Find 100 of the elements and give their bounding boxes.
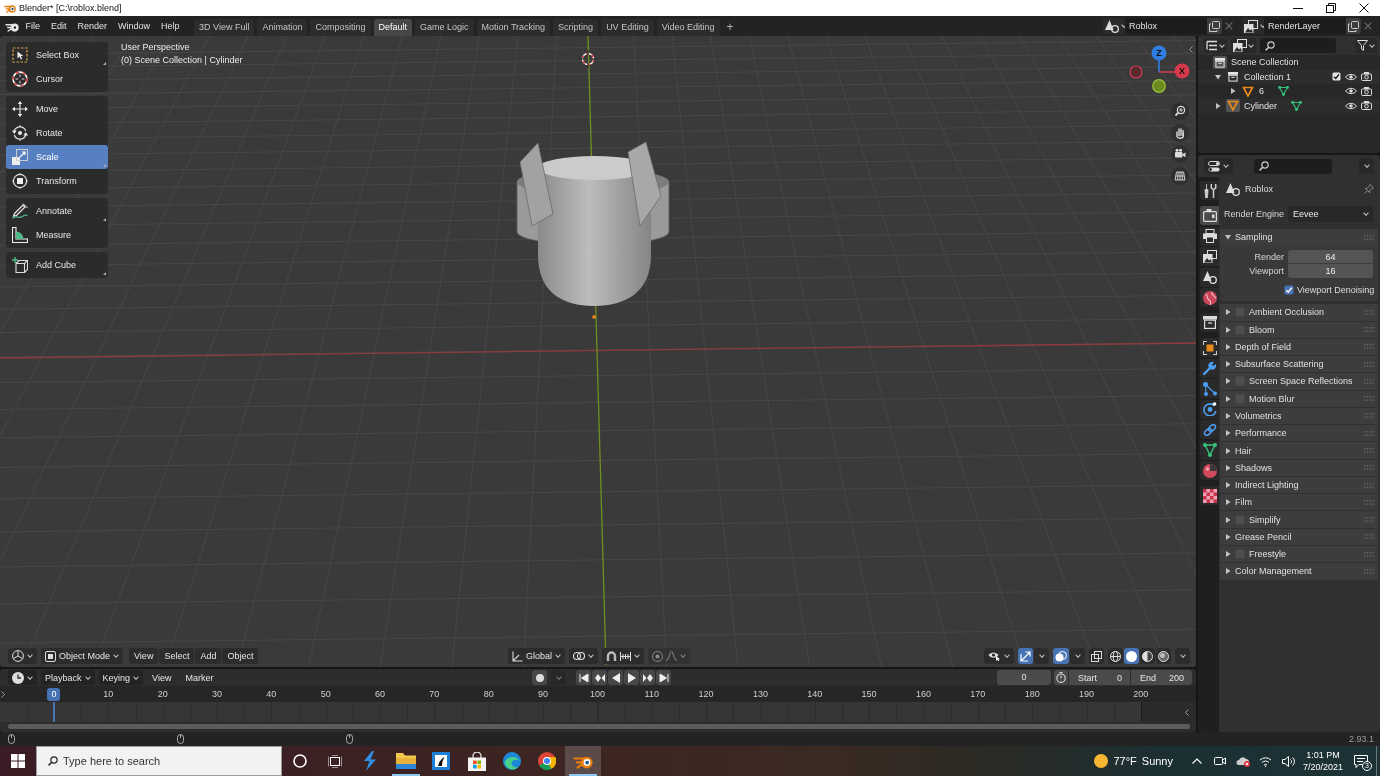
disclosure-arrow-icon[interactable] (1225, 430, 1231, 437)
browse-button[interactable] (1242, 18, 1264, 34)
menu-item[interactable]: Object (222, 648, 259, 664)
duplicate-button[interactable] (1346, 18, 1361, 34)
disclosure-arrow-icon[interactable] (1225, 234, 1231, 241)
render-engine-dropdown[interactable]: Eevee (1288, 206, 1373, 222)
panel-header[interactable]: Shadows (1220, 459, 1378, 476)
menu-item[interactable]: File (20, 18, 46, 34)
drag-handle-icon[interactable] (1364, 413, 1374, 419)
tool-button[interactable]: Annotate (6, 199, 108, 223)
tool-button[interactable]: Scale (6, 145, 108, 169)
drag-handle-icon[interactable] (1364, 534, 1374, 540)
outliner-item-label[interactable]: Collection 1 (1244, 71, 1292, 82)
next-keyframe-button[interactable] (640, 670, 655, 685)
properties-tab[interactable] (1200, 226, 1219, 246)
disclosure-arrow-icon[interactable] (1225, 516, 1231, 523)
panel-header[interactable]: Indirect Lighting (1220, 476, 1378, 494)
search-field[interactable] (1254, 158, 1332, 174)
y-axis-handle[interactable] (1152, 79, 1166, 93)
end-frame-field[interactable]: End 200 (1131, 670, 1192, 685)
disclosure-arrow-icon[interactable] (1230, 88, 1236, 95)
pin-icon[interactable] (1364, 184, 1374, 194)
workspace-tab[interactable]: Default (373, 19, 413, 36)
disclosure-arrow-icon[interactable] (1225, 464, 1231, 471)
workspace-tab[interactable]: Animation (257, 19, 308, 36)
disclosure-arrow-icon[interactable] (1225, 361, 1231, 368)
menu-item[interactable]: Marker (180, 669, 219, 686)
menu-item[interactable]: Help (155, 18, 186, 34)
panel-header[interactable]: Ambient Occlusion (1220, 304, 1378, 321)
tool-button[interactable]: Rotate (6, 121, 108, 145)
properties-tab[interactable] (1200, 267, 1219, 287)
overlays-toggle-button[interactable] (1053, 648, 1069, 664)
horizontal-scrollbar[interactable] (8, 724, 1190, 729)
checkbox[interactable] (1284, 285, 1294, 296)
panel-header[interactable]: Film (1220, 494, 1378, 511)
disclosure-arrow-icon[interactable] (1225, 499, 1231, 506)
browse-button[interactable] (1103, 18, 1125, 34)
checkbox-label[interactable]: Viewport Denoising (1297, 285, 1375, 296)
disclosure-arrow-icon[interactable] (1225, 326, 1231, 333)
tool-button[interactable]: Add Cube (6, 253, 108, 277)
workspace-tab[interactable]: Scripting (553, 19, 599, 36)
drag-handle-icon[interactable] (1364, 499, 1374, 505)
panel-header[interactable]: Depth of Field (1220, 338, 1378, 356)
workspace-tab[interactable]: Video Editing (656, 19, 720, 36)
workspace-tab[interactable]: Game Logic (415, 19, 474, 36)
panel-header[interactable]: Grease Pencil (1220, 528, 1378, 545)
outliner-item-label[interactable]: Cylinder (1244, 100, 1277, 111)
outliner-item-label[interactable]: Scene Collection (1231, 57, 1299, 68)
disclosure-arrow-icon[interactable] (1225, 378, 1231, 385)
drag-handle-icon[interactable] (1364, 517, 1374, 523)
task-view-icon[interactable] (328, 754, 343, 768)
tool-button[interactable]: Cursor (6, 67, 108, 91)
menu-item[interactable]: Add (195, 648, 222, 664)
drag-handle-icon[interactable] (1364, 234, 1374, 240)
drag-handle-icon[interactable] (1364, 378, 1374, 384)
wifi-icon[interactable] (1259, 755, 1272, 767)
menu-item[interactable]: Render (72, 18, 113, 34)
properties-tab[interactable] (1200, 486, 1219, 505)
speaker-icon[interactable] (1282, 755, 1295, 767)
tool-button[interactable]: Select Box (6, 43, 108, 67)
outliner-row[interactable]: Collection 1 (1198, 69, 1380, 84)
number-field[interactable]: 64 (1288, 250, 1373, 265)
properties-tab[interactable] (1200, 440, 1219, 460)
minimize-icon[interactable] (1292, 7, 1303, 9)
play-reverse-button[interactable] (608, 670, 623, 685)
menu-dropdown[interactable]: Playback (41, 670, 95, 685)
shading-mode-button[interactable] (1140, 648, 1155, 664)
play-button[interactable] (624, 670, 639, 685)
search-field[interactable] (1260, 38, 1336, 53)
disclosure-arrow-icon[interactable] (1225, 482, 1231, 489)
jump-to-end-button[interactable] (656, 670, 671, 685)
panel-header[interactable]: Sampling (1220, 229, 1378, 246)
drag-handle-icon[interactable] (1364, 482, 1374, 488)
xray-toggle-button[interactable] (1089, 648, 1104, 664)
display-mode-button[interactable] (1231, 38, 1256, 53)
pivot-button[interactable] (569, 648, 598, 664)
scene-name-field[interactable]: Roblox (1125, 18, 1207, 34)
search-field[interactable]: Type here to search (36, 746, 282, 776)
editor-type-button[interactable] (1204, 158, 1233, 174)
disclosure-arrow-icon[interactable] (1215, 102, 1221, 109)
3d-cursor-icon[interactable] (578, 49, 598, 69)
drag-handle-icon[interactable] (1364, 568, 1374, 574)
menu-item[interactable]: Select (159, 648, 195, 664)
visibility-button[interactable] (984, 648, 1014, 664)
properties-tab[interactable] (1200, 379, 1219, 398)
restore-icon[interactable] (1325, 3, 1336, 13)
drag-handle-icon[interactable] (1364, 344, 1374, 350)
weather-temperature[interactable]: 77°F (1113, 755, 1137, 767)
camera-icon[interactable] (1361, 72, 1372, 82)
properties-tab[interactable] (1200, 206, 1219, 225)
camera-icon[interactable] (1361, 101, 1372, 111)
jump-to-start-button[interactable] (576, 670, 591, 685)
disclosure-arrow-icon[interactable] (1225, 395, 1231, 402)
chevron-left-icon[interactable] (1185, 709, 1189, 716)
editor-type-button[interactable] (8, 670, 37, 685)
workspace-tab[interactable]: UV Editing (601, 19, 654, 36)
checkbox[interactable] (1332, 72, 1341, 82)
shading-mode-button[interactable] (1108, 648, 1123, 664)
properties-tab[interactable] (1200, 247, 1219, 266)
video-camera-icon[interactable] (1213, 755, 1226, 767)
